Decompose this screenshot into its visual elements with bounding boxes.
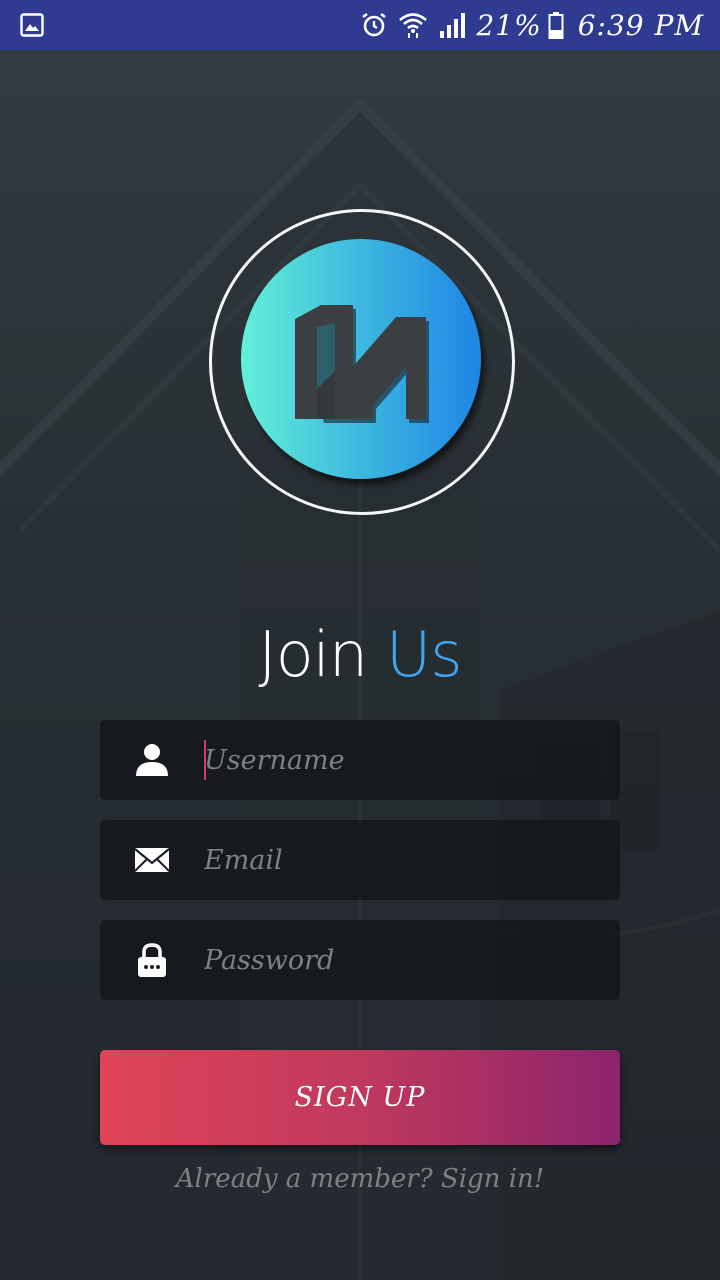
battery-percent: 21%	[476, 8, 542, 42]
email-field[interactable]	[100, 820, 620, 900]
battery-icon	[548, 12, 564, 39]
logo-icon	[295, 305, 429, 423]
status-icons: 21% 6:39 PM	[360, 0, 704, 50]
wifi-icon	[399, 13, 428, 38]
title-word-us: Us	[385, 618, 463, 691]
text-cursor	[204, 740, 206, 780]
lock-icon	[138, 943, 166, 977]
sign-in-link[interactable]: Already a member? Sign in!	[0, 1164, 720, 1194]
status-time: 6:39 PM	[577, 8, 704, 42]
envelope-icon	[134, 848, 170, 872]
username-field[interactable]	[100, 720, 620, 800]
signal-icon	[440, 13, 466, 38]
signup-screen: 21% 6:39 PM Join Us Username Email SIGN …	[0, 0, 720, 1280]
page-title: Join Us	[0, 618, 720, 691]
password-field[interactable]	[100, 920, 620, 1000]
email-input[interactable]	[204, 820, 604, 900]
status-bar: 21% 6:39 PM	[0, 0, 720, 50]
gallery-icon	[20, 13, 44, 37]
password-input[interactable]	[204, 920, 604, 1000]
username-input[interactable]	[204, 720, 604, 800]
sign-up-button[interactable]: SIGN UP	[100, 1050, 620, 1145]
user-icon	[136, 744, 168, 776]
app-logo	[241, 239, 481, 479]
title-word-join: Join	[258, 618, 368, 691]
alarm-icon	[362, 12, 387, 37]
